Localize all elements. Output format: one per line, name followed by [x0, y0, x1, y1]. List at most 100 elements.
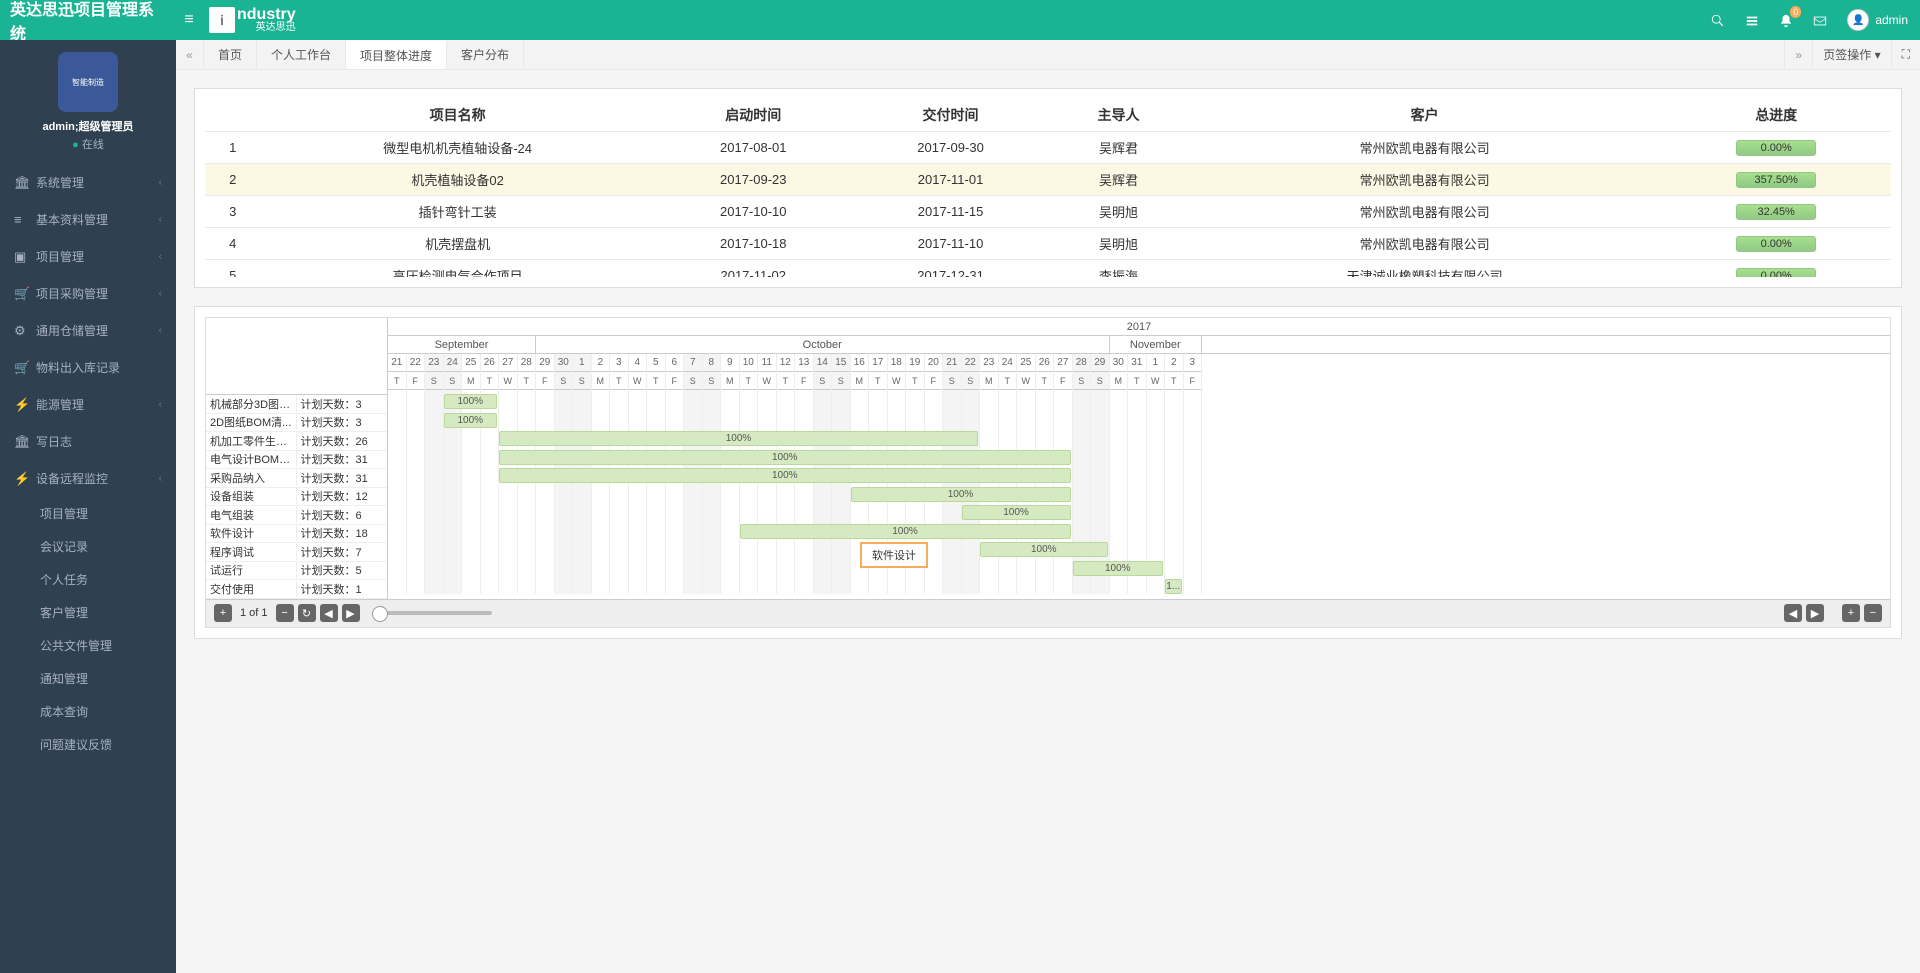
status-badge: 在线 — [12, 136, 164, 152]
progress-bar: 0.00% — [1736, 268, 1816, 278]
menu-icon: ▣ — [14, 249, 36, 265]
sidebar-sub-2[interactable]: 个人任务 — [0, 563, 176, 596]
gantt-bar[interactable]: 1... — [1165, 579, 1182, 594]
project-table-panel: 项目名称启动时间交付时间主导人客户总进度 1微型电机机壳植轴设备-242017-… — [194, 88, 1902, 288]
gantt-task-row: 设备组装计划天数：12 — [206, 488, 387, 507]
gantt-tooltip: 软件设计 — [860, 542, 928, 568]
mail-icon[interactable] — [1813, 12, 1827, 28]
progress-bar: 0.00% — [1736, 140, 1816, 156]
tab-1[interactable]: 个人工作台 — [257, 40, 346, 69]
sidebar-item-4[interactable]: ⚙通用仓储管理‹ — [0, 312, 176, 349]
sidebar: 智能制造 admin;超级管理员 在线 🏛系统管理‹≡基本资料管理‹▣项目管理‹… — [0, 40, 176, 973]
table-row[interactable]: 3插针弯针工装2017-10-102017-11-15吴明旭常州欧凯电器有限公司… — [205, 196, 1891, 228]
gantt-zoom-slider[interactable] — [372, 611, 492, 615]
sidebar-item-1[interactable]: ≡基本资料管理‹ — [0, 201, 176, 238]
sidebar-sub-6[interactable]: 成本查询 — [0, 695, 176, 728]
menu-icon: ≡ — [14, 212, 36, 227]
table-row[interactable]: 5高压检测电气合作项目2017-11-022017-12-31李振海天津诚业橡塑… — [205, 260, 1891, 278]
chevron-left-icon: ‹ — [159, 473, 162, 484]
gantt-bar[interactable]: 100% — [444, 394, 498, 409]
tabs-scroll-left[interactable]: « — [176, 40, 204, 69]
gantt-task-row: 机加工零件生产...计划天数：26 — [206, 432, 387, 451]
table-row[interactable]: 4机壳摆盘机2017-10-182017-11-10吴明旭常州欧凯电器有限公司0… — [205, 228, 1891, 260]
gantt-bar[interactable]: 100% — [1073, 561, 1164, 576]
gantt-bar[interactable]: 100% — [499, 431, 978, 446]
gantt-zoom-in[interactable]: + — [1842, 604, 1860, 622]
search-icon[interactable] — [1711, 12, 1725, 28]
progress-bar: 32.45% — [1736, 204, 1816, 220]
gantt-remove-button[interactable]: − — [276, 604, 294, 622]
gantt-nav-next[interactable]: ▶ — [1806, 604, 1824, 622]
sidebar-sub-5[interactable]: 通知管理 — [0, 662, 176, 695]
gantt-task-row: 2D图纸BOM清...计划天数：3 — [206, 414, 387, 433]
sidebar-sub-1[interactable]: 会议记录 — [0, 530, 176, 563]
gantt-task-row: 交付使用计划天数：1 — [206, 580, 387, 599]
gantt-year: 2017 — [388, 318, 1890, 336]
sidebar-item-2[interactable]: ▣项目管理‹ — [0, 238, 176, 275]
gantt-next-button[interactable]: ▶ — [342, 604, 360, 622]
logo: i ndustry 英达思迅 — [209, 7, 296, 33]
progress-bar: 357.50% — [1736, 172, 1816, 188]
gantt-panel: 机械部分3D图建模计划天数：32D图纸BOM清...计划天数：3机加工零件生产.… — [194, 306, 1902, 639]
list-icon[interactable] — [1745, 12, 1759, 28]
tab-bar: « 首页个人工作台项目整体进度客户分布 » 页签操作 ▾ ⛶ — [176, 40, 1920, 70]
chevron-left-icon: ‹ — [159, 325, 162, 336]
top-header: 英达思迅项目管理系统 ≡ i ndustry 英达思迅 0 👤 admin — [0, 0, 1920, 40]
tab-3[interactable]: 客户分布 — [447, 40, 524, 69]
chevron-left-icon: ‹ — [159, 288, 162, 299]
gantt-add-button[interactable]: + — [214, 604, 232, 622]
tab-0[interactable]: 首页 — [204, 40, 257, 69]
gantt-bar[interactable]: 100% — [980, 542, 1108, 557]
menu-icon: ⚙ — [14, 323, 36, 339]
gantt-controls: + 1 of 1 − ↻ ◀ ▶ ◀ ▶ + − — [206, 599, 1890, 627]
sidebar-item-5[interactable]: 🛒物料出入库记录 — [0, 349, 176, 386]
gantt-task-row: 电气组装计划天数：6 — [206, 506, 387, 525]
project-table: 项目名称启动时间交付时间主导人客户总进度 1微型电机机壳植轴设备-242017-… — [205, 99, 1891, 277]
progress-bar: 0.00% — [1736, 236, 1816, 252]
chevron-left-icon: ‹ — [159, 177, 162, 188]
fullscreen-button[interactable]: ⛶ — [1891, 40, 1920, 69]
gantt-task-row: 软件设计计划天数：18 — [206, 525, 387, 544]
gantt-task-row: 电气设计BOM表...计划天数：31 — [206, 451, 387, 470]
menu-icon: ⚡ — [14, 471, 36, 487]
gantt-bar[interactable]: 100% — [444, 413, 498, 428]
sidebar-sub-0[interactable]: 项目管理 — [0, 497, 176, 530]
gantt-refresh-button[interactable]: ↻ — [298, 604, 316, 622]
sidebar-item-3[interactable]: 🛒项目采购管理‹ — [0, 275, 176, 312]
table-row[interactable]: 2机壳植轴设备022017-09-232017-11-01吴辉君常州欧凯电器有限… — [205, 164, 1891, 196]
menu-icon: ⚡ — [14, 397, 36, 413]
menu-icon: 🏛 — [14, 175, 36, 191]
gantt-bar[interactable]: 100% — [962, 505, 1071, 520]
gantt-prev-button[interactable]: ◀ — [320, 604, 338, 622]
sidebar-item-7[interactable]: 🏛写日志 — [0, 423, 176, 460]
tab-ops-dropdown[interactable]: 页签操作 ▾ — [1812, 40, 1890, 69]
menu-icon: 🛒 — [14, 286, 36, 302]
table-row[interactable]: 1微型电机机壳植轴设备-242017-08-012017-09-30吴辉君常州欧… — [205, 132, 1891, 164]
sidebar-item-8[interactable]: ⚡设备远程监控‹ — [0, 460, 176, 497]
gantt-page-label: 1 of 1 — [240, 607, 268, 619]
gantt-bar[interactable]: 100% — [499, 450, 1071, 465]
menu-toggle-button[interactable]: ≡ — [175, 11, 203, 29]
avatar: 👤 — [1847, 9, 1869, 31]
sidebar-sub-4[interactable]: 公共文件管理 — [0, 629, 176, 662]
chevron-left-icon: ‹ — [159, 399, 162, 410]
gantt-task-row: 采购品纳入计划天数：31 — [206, 469, 387, 488]
app-title: 英达思迅项目管理系统 — [0, 0, 175, 44]
main-content: 项目名称启动时间交付时间主导人客户总进度 1微型电机机壳植轴设备-242017-… — [176, 70, 1920, 973]
gantt-task-row: 程序调试计划天数：7 — [206, 543, 387, 562]
sidebar-sub-7[interactable]: 问题建议反馈 — [0, 728, 176, 761]
chevron-left-icon: ‹ — [159, 251, 162, 262]
gantt-task-row: 机械部分3D图建模计划天数：3 — [206, 395, 387, 414]
gantt-nav-prev[interactable]: ◀ — [1784, 604, 1802, 622]
sidebar-item-6[interactable]: ⚡能源管理‹ — [0, 386, 176, 423]
gantt-bar[interactable]: 100% — [740, 524, 1071, 539]
bell-icon[interactable]: 0 — [1779, 12, 1793, 28]
user-menu[interactable]: 👤 admin — [1847, 9, 1908, 31]
sidebar-item-0[interactable]: 🏛系统管理‹ — [0, 164, 176, 201]
gantt-bar[interactable]: 100% — [499, 468, 1071, 483]
gantt-zoom-out[interactable]: − — [1864, 604, 1882, 622]
tab-2[interactable]: 项目整体进度 — [346, 40, 447, 69]
tabs-scroll-right[interactable]: » — [1784, 40, 1812, 69]
sidebar-sub-3[interactable]: 客户管理 — [0, 596, 176, 629]
gantt-bar[interactable]: 100% — [851, 487, 1071, 502]
